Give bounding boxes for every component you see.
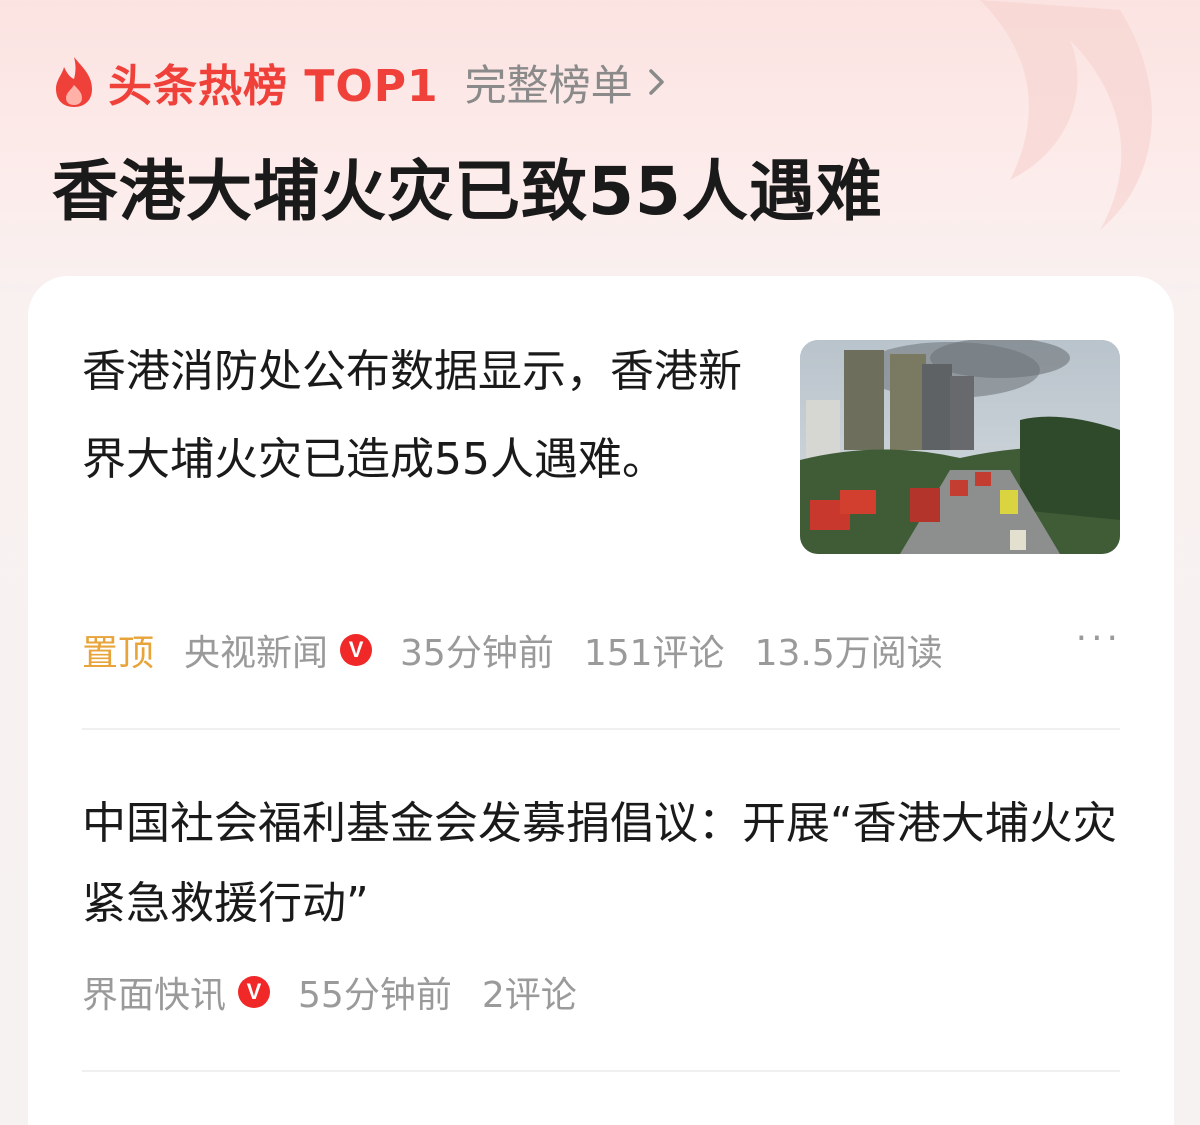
read-count: 13.5万阅读 [754, 633, 943, 674]
comment-count: 151评论 [583, 633, 725, 674]
full-list-label: 完整榜单 [464, 60, 633, 110]
source-name[interactable]: 界面快讯 [82, 966, 226, 1018]
hot-list-brand: 头条热榜 TOP1 [108, 61, 439, 112]
publish-time: 55分钟前 [298, 975, 452, 1016]
fire-scene-image [800, 340, 1120, 554]
verified-badge-icon: V [340, 634, 373, 666]
news-meta-2: 界面快讯 V 55分钟前 2评论 [82, 966, 577, 1018]
source-name[interactable]: 央视新闻 [184, 624, 328, 676]
page-title: 香港大埔火灾已致55人遇难 [52, 153, 883, 230]
divider [82, 1070, 1120, 1072]
news-card: 香港消防处公布数据显示，香港新界大埔火灾已造成55人遇难。 置顶 央视新闻 V … [28, 276, 1174, 1125]
news-thumbnail[interactable] [800, 340, 1120, 554]
news-meta-1: 置顶 央视新闻 V 35分钟前 151评论 13.5万阅读 ··· [82, 618, 1122, 676]
verified-badge-icon: V [238, 976, 271, 1008]
full-list-link[interactable]: 完整榜单 [465, 52, 667, 113]
news-title-1: 香港消防处公布数据显示，香港新界大埔火灾已造成55人遇难。 [82, 346, 742, 485]
chevron-right-icon [648, 69, 664, 95]
flame-icon [56, 57, 92, 107]
brand-row: 头条热榜 TOP1 完整榜单 [52, 50, 1160, 114]
publish-time: 35分钟前 [400, 633, 554, 674]
more-options-icon[interactable]: ··· [1076, 618, 1122, 659]
hot-list-header: 头条热榜 TOP1 完整榜单 香港大埔火灾已致55人遇难 [52, 50, 1160, 234]
pinned-label: 置顶 [82, 633, 155, 674]
news-title-2[interactable]: 中国社会福利基金会发募捐倡议：开展“香港大埔火灾紧急救援行动” [82, 784, 1122, 944]
comment-count: 2评论 [481, 975, 577, 1016]
divider [82, 728, 1120, 730]
